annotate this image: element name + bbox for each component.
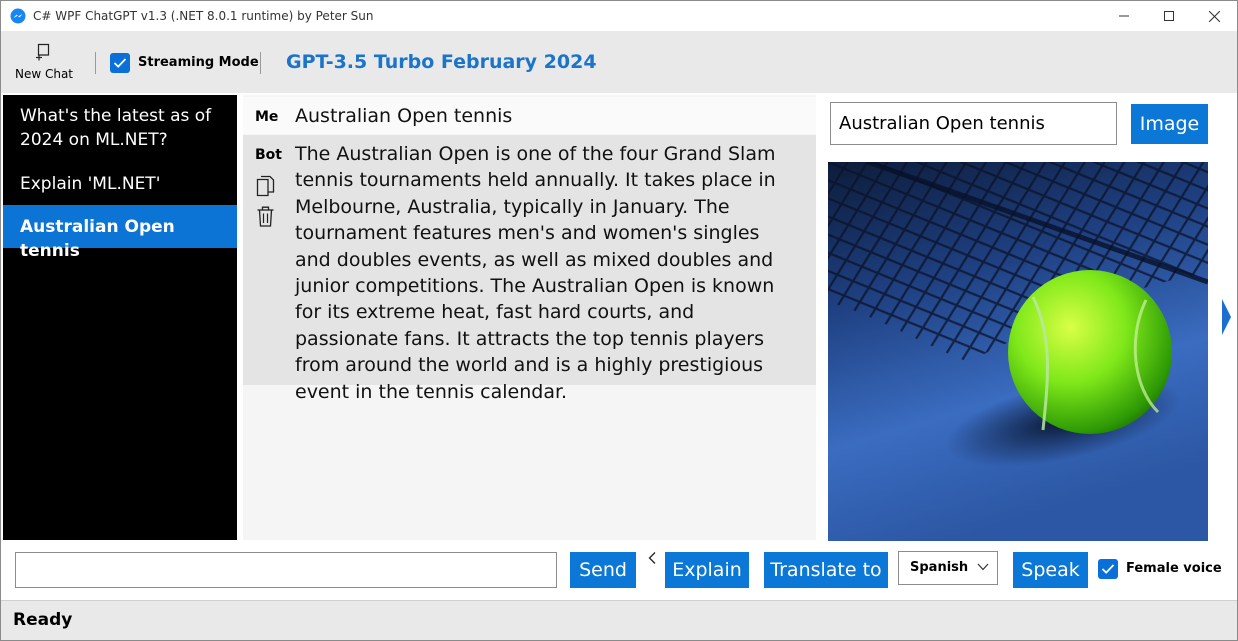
image-prompt-input[interactable]: Australian Open tennis (830, 102, 1117, 145)
minimize-icon (1119, 15, 1129, 17)
sidebar-item-ml-net-latest[interactable]: What's the latest as of 2024 on ML.NET? (3, 104, 237, 152)
maximize-icon (1164, 11, 1174, 21)
tennis-ball-image (828, 162, 1208, 541)
user-message: Me Australian Open tennis (243, 97, 816, 134)
new-chat-icon (36, 43, 50, 61)
checkmark-icon (1101, 564, 1115, 574)
title-bar: C# WPF ChatGPT v1.3 (.NET 8.0.1 runtime)… (1, 1, 1237, 31)
toolbar-separator (260, 52, 261, 74)
status-bar: Ready (1, 600, 1237, 640)
translate-button[interactable]: Translate to (764, 552, 888, 588)
new-chat-button[interactable]: New Chat (9, 39, 79, 87)
messenger-icon (10, 8, 26, 24)
window-title: C# WPF ChatGPT v1.3 (.NET 8.0.1 runtime)… (33, 9, 374, 23)
message-role: Bot (255, 147, 282, 163)
send-button[interactable]: Send (570, 552, 636, 588)
toolbar: New Chat Streaming Mode GPT-3.5 Turbo Fe… (1, 31, 1237, 93)
copy-icon[interactable] (256, 175, 275, 197)
streaming-mode-label: Streaming Mode (138, 55, 259, 70)
female-voice-label: Female voice (1126, 561, 1222, 576)
minimize-button[interactable] (1101, 1, 1147, 31)
explain-button[interactable]: Explain (665, 552, 749, 588)
toolbar-separator (95, 52, 96, 74)
chevron-left-icon[interactable] (647, 551, 657, 565)
bot-message: Bot The Australian Open is one of the fo… (243, 135, 816, 403)
streaming-mode-checkbox[interactable] (110, 53, 130, 73)
generated-image (828, 162, 1208, 541)
message-text: The Australian Open is one of the four G… (295, 143, 776, 403)
sidebar-item-label: What's the latest as of 2024 on ML.NET? (20, 106, 212, 150)
sidebar-item-label: Explain 'ML.NET' (20, 174, 161, 194)
message-text: Australian Open tennis (295, 105, 513, 127)
sidebar-item-australian-open[interactable]: Australian Open tennis (3, 205, 237, 261)
chat-history-sidebar: What's the latest as of 2024 on ML.NET? … (3, 95, 237, 540)
close-icon (1208, 10, 1220, 22)
app-window: C# WPF ChatGPT v1.3 (.NET 8.0.1 runtime)… (0, 0, 1238, 641)
close-button[interactable] (1191, 1, 1237, 31)
delete-icon[interactable] (257, 206, 274, 227)
expand-right-arrow-icon[interactable] (1220, 297, 1232, 337)
maximize-button[interactable] (1146, 1, 1192, 31)
status-text: Ready (13, 610, 73, 630)
message-input[interactable] (15, 552, 557, 588)
message-role: Me (255, 109, 279, 125)
image-button[interactable]: Image (1131, 104, 1208, 144)
female-voice-checkbox[interactable] (1098, 559, 1118, 579)
new-chat-label: New Chat (14, 67, 74, 81)
sidebar-item-label: Australian Open tennis (20, 217, 175, 261)
language-select-value: Spanish (910, 560, 969, 575)
chat-panel: Me Australian Open tennis Bot The Austra… (243, 95, 816, 540)
language-select[interactable]: Spanish (898, 551, 998, 585)
speak-button[interactable]: Speak (1013, 552, 1088, 588)
model-title: GPT-3.5 Turbo February 2024 (286, 51, 597, 73)
sidebar-item-explain-ml-net[interactable]: Explain 'ML.NET' (3, 172, 237, 196)
chevron-down-icon (977, 563, 989, 571)
checkmark-icon (113, 58, 127, 68)
